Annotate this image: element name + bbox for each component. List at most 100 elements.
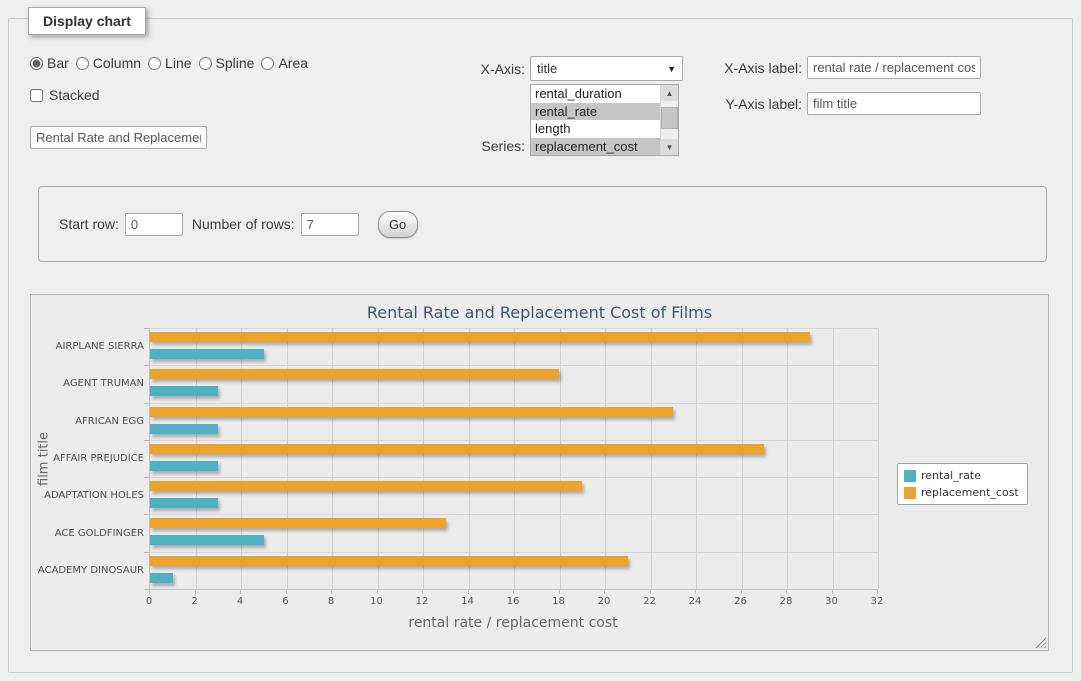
legend-swatch-icon	[904, 470, 916, 482]
x-axis-tick	[422, 590, 423, 594]
radio-spline-label: Spline	[216, 55, 255, 71]
panel-title: Display chart	[28, 7, 146, 35]
scrollbar-thumb[interactable]	[661, 107, 678, 129]
x-axis-label-input[interactable]	[807, 56, 981, 79]
y-axis-label-input[interactable]	[807, 92, 981, 115]
bar-rental_rate	[150, 349, 264, 359]
x-axis-tick-label: 22	[635, 596, 665, 607]
bar-replacement_cost	[150, 332, 810, 342]
gridline-v	[196, 328, 197, 589]
x-axis-tick	[786, 590, 787, 594]
scroll-up-icon[interactable]: ▲	[661, 85, 678, 101]
bar-replacement_cost	[150, 369, 559, 379]
chart-x-axis-title: rental rate / replacement cost	[149, 615, 877, 631]
x-axis-tick-label: 28	[771, 596, 801, 607]
rows-form: Start row: Number of rows: Go	[38, 186, 1047, 262]
chart-plot-area	[149, 328, 878, 590]
category-label: ADAPTATION HOLES	[31, 477, 144, 514]
x-axis-label-field-label: X-Axis label:	[688, 60, 802, 76]
gridline-h	[150, 403, 878, 404]
legend-item-replacement_cost[interactable]: replacement_cost	[904, 486, 1019, 499]
radio-spline-input[interactable]	[199, 57, 212, 70]
radio-bar-input[interactable]	[30, 57, 43, 70]
gridline-v	[423, 328, 424, 589]
radio-bar[interactable]: Bar	[30, 55, 69, 71]
radio-area-input[interactable]	[261, 57, 274, 70]
x-axis-select-label: X-Axis:	[430, 61, 525, 77]
scroll-down-icon[interactable]: ▼	[661, 139, 678, 155]
gridline-v	[833, 328, 834, 589]
x-axis-tick-label: 0	[134, 596, 164, 607]
category-label: AIRPLANE SIERRA	[31, 328, 144, 365]
x-axis-tick-label: 26	[726, 596, 756, 607]
bar-rental_rate	[150, 535, 264, 545]
chart-type-row: Bar Column Line Spline Area	[30, 55, 315, 71]
y-axis-tick	[144, 440, 149, 441]
num-rows-input[interactable]	[301, 213, 359, 236]
gridline-v	[742, 328, 743, 589]
x-axis-tick	[604, 590, 605, 594]
screen: Display chart Bar Column Line Spline Area St…	[0, 0, 1081, 681]
legend-label: rental_rate	[921, 469, 981, 482]
category-label: AGENT TRUMAN	[31, 365, 144, 402]
chart-title: Rental Rate and Replacement Cost of Film…	[31, 303, 1048, 322]
series-scrollbar[interactable]: ▲ ▼	[660, 85, 678, 155]
x-axis-tick	[695, 590, 696, 594]
start-row-input[interactable]	[125, 213, 183, 236]
bar-rental_rate	[150, 573, 173, 583]
series-listbox[interactable]: rental_durationrental_ratelengthreplacem…	[530, 84, 679, 156]
gridline-v	[469, 328, 470, 589]
series-option-replacement_cost[interactable]: replacement_cost	[531, 138, 660, 156]
series-option-rental_duration[interactable]: rental_duration	[531, 85, 660, 103]
radio-line-input[interactable]	[148, 57, 161, 70]
x-axis-tick-label: 6	[271, 596, 301, 607]
x-axis-tick	[286, 590, 287, 594]
x-axis-tick-label: 16	[498, 596, 528, 607]
gridline-v	[560, 328, 561, 589]
go-button[interactable]: Go	[378, 211, 418, 238]
radio-area-label: Area	[278, 55, 308, 71]
gridline-v	[787, 328, 788, 589]
series-option-length[interactable]: length	[531, 120, 660, 138]
gridline-h	[150, 552, 878, 553]
start-row-label: Start row:	[59, 216, 119, 232]
scrollbar-track[interactable]	[661, 101, 678, 139]
category-label: AFRICAN EGG	[31, 403, 144, 440]
legend-label: replacement_cost	[921, 486, 1019, 499]
stacked-checkbox[interactable]	[30, 89, 43, 102]
num-rows-label: Number of rows:	[192, 216, 295, 232]
x-axis-tick-label: 2	[180, 596, 210, 607]
radio-line[interactable]: Line	[148, 55, 191, 71]
radio-spline[interactable]: Spline	[199, 55, 255, 71]
series-option-rental_rate[interactable]: rental_rate	[531, 103, 660, 121]
gridline-h	[150, 365, 878, 366]
gridline-h	[150, 514, 878, 515]
bar-replacement_cost	[150, 481, 582, 491]
x-axis-tick-label: 20	[589, 596, 619, 607]
series-list-label: Series:	[430, 138, 525, 154]
x-axis-tick	[331, 590, 332, 594]
legend-item-rental_rate[interactable]: rental_rate	[904, 469, 1019, 482]
x-axis-tick-label: 12	[407, 596, 437, 607]
gridline-v	[878, 328, 879, 589]
x-axis-tick	[240, 590, 241, 594]
resize-grip-icon[interactable]	[1035, 637, 1046, 648]
stacked-label: Stacked	[49, 87, 100, 103]
stacked-checkbox-row[interactable]: Stacked	[30, 87, 100, 103]
radio-column[interactable]: Column	[76, 55, 141, 71]
radio-column-input[interactable]	[76, 57, 89, 70]
y-axis-tick	[144, 514, 149, 515]
series-listbox-options: rental_durationrental_ratelengthreplacem…	[531, 85, 660, 155]
y-axis-tick	[144, 552, 149, 553]
x-axis-tick-label: 8	[316, 596, 346, 607]
gridline-v	[332, 328, 333, 589]
x-axis-tick-label: 14	[453, 596, 483, 607]
x-axis-tick	[741, 590, 742, 594]
chevron-down-icon: ▼	[667, 64, 676, 74]
x-axis-tick	[877, 590, 878, 594]
y-axis-tick	[144, 365, 149, 366]
chart-title-input[interactable]	[30, 126, 207, 149]
bar-replacement_cost	[150, 518, 446, 528]
x-axis-select[interactable]: title ▼	[530, 56, 683, 81]
radio-area[interactable]: Area	[261, 55, 308, 71]
